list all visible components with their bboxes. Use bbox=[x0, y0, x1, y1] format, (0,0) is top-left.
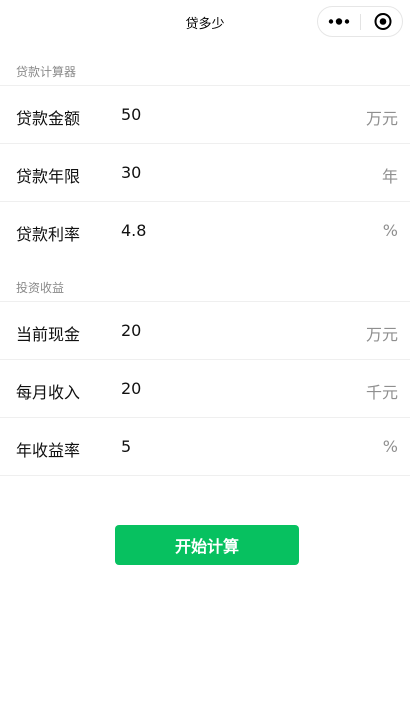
loan-amount-input[interactable] bbox=[121, 103, 321, 125]
list-bottom-divider bbox=[0, 475, 410, 476]
loan-rate-label: 贷款利率 bbox=[16, 225, 81, 244]
loan-term-label: 贷款年限 bbox=[16, 167, 81, 186]
annual-return-row: 年收益率 % bbox=[0, 417, 410, 475]
loan-amount-unit: 万元 bbox=[365, 109, 398, 128]
annual-return-label: 年收益率 bbox=[16, 441, 81, 460]
loan-amount-label: 贷款金额 bbox=[16, 109, 81, 128]
current-cash-row: 当前现金 万元 bbox=[0, 301, 410, 359]
loan-rate-unit: % bbox=[382, 221, 398, 240]
loan-rate-input[interactable] bbox=[121, 219, 321, 241]
loan-rate-row: 贷款利率 % bbox=[0, 201, 410, 259]
current-cash-unit: 万元 bbox=[365, 325, 398, 344]
monthly-income-unit: 千元 bbox=[365, 383, 398, 402]
monthly-income-label: 每月收入 bbox=[16, 383, 81, 402]
annual-return-unit: % bbox=[382, 437, 398, 456]
more-button[interactable] bbox=[318, 7, 360, 36]
monthly-income-row: 每月收入 千元 bbox=[0, 359, 410, 417]
annual-return-input[interactable] bbox=[121, 435, 321, 457]
current-cash-input[interactable] bbox=[121, 319, 321, 341]
target-close-icon bbox=[374, 13, 392, 30]
monthly-income-input[interactable] bbox=[121, 377, 321, 399]
more-dots-icon bbox=[328, 18, 350, 25]
loan-term-unit: 年 bbox=[381, 167, 398, 186]
section-header-loan: 贷款计算器 bbox=[16, 65, 77, 79]
loan-term-row: 贷款年限 年 bbox=[0, 143, 410, 201]
section-header-invest: 投资收益 bbox=[16, 281, 65, 295]
navigation-bar: 贷多少 bbox=[0, 0, 410, 42]
close-button[interactable] bbox=[361, 7, 403, 36]
mini-program-capsule bbox=[317, 6, 403, 37]
loan-amount-row: 贷款金额 万元 bbox=[0, 85, 410, 143]
current-cash-label: 当前现金 bbox=[16, 325, 81, 344]
start-calculation-button[interactable]: 开始计算 bbox=[115, 525, 299, 565]
loan-term-input[interactable] bbox=[121, 161, 321, 183]
